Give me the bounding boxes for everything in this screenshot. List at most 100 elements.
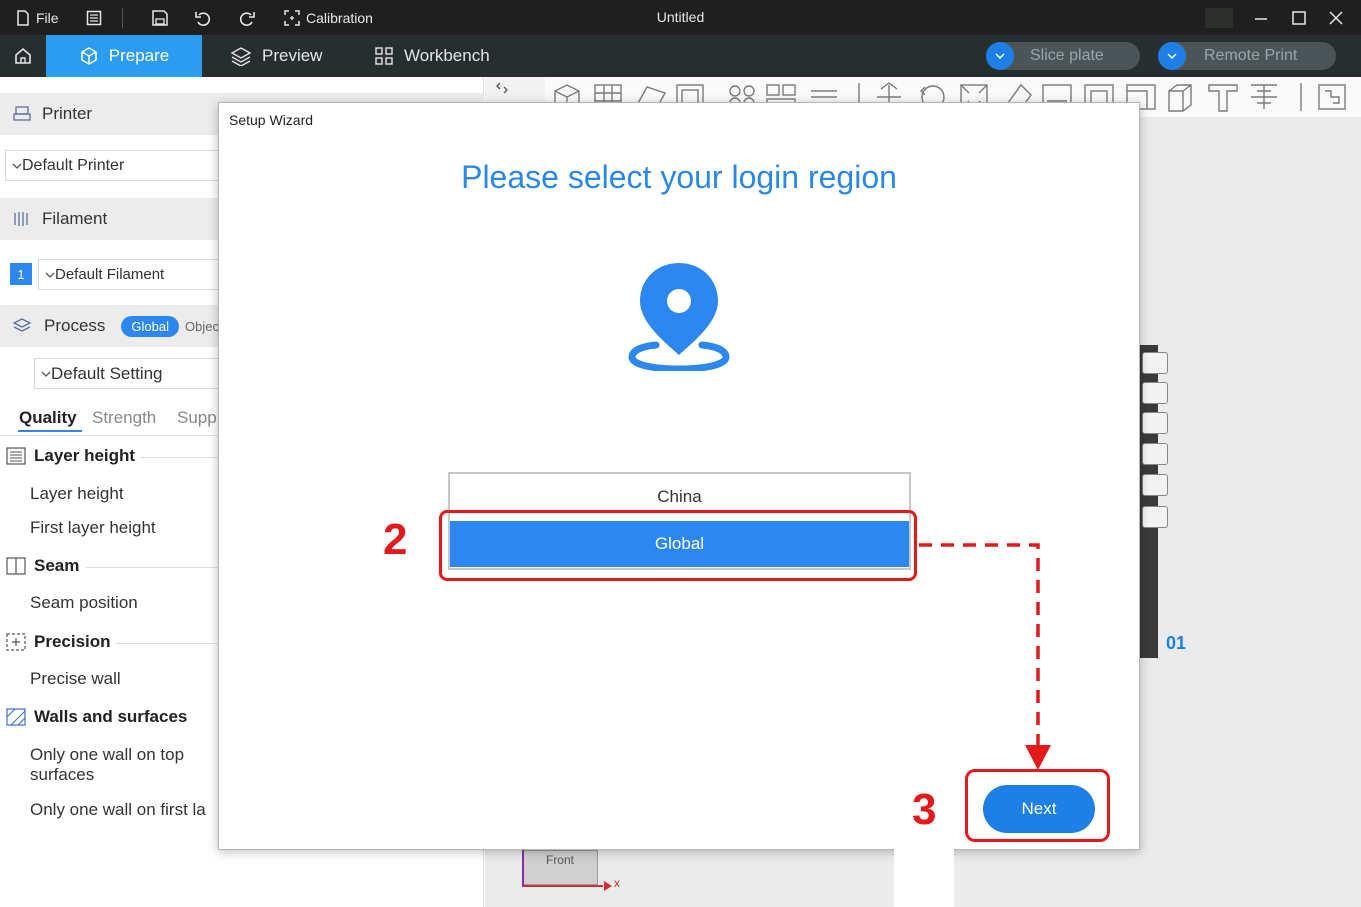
group-seam-label: Seam [34, 556, 80, 575]
filament-value: Default Filament [55, 266, 165, 283]
calibration-menu[interactable]: Calibration [284, 0, 373, 35]
highlight-global-option [439, 510, 917, 581]
tab-support[interactable]: Supp [177, 408, 217, 428]
divider [86, 567, 220, 568]
axis-x-label: x [614, 876, 620, 890]
title-bar-decoration [1205, 8, 1233, 28]
divider [140, 457, 220, 458]
step-3-label: 3 [912, 785, 937, 834]
save-icon [152, 9, 168, 26]
calibration-label: Calibration [306, 9, 373, 26]
option-one-wall-top: Only one wall on top surfaces [30, 745, 184, 785]
home-icon [15, 47, 31, 64]
minimize-button[interactable] [1253, 0, 1269, 35]
option-seam-position: Seam position [30, 593, 138, 612]
process-value: Default Setting [51, 363, 163, 383]
option-one-wall-first-layer: Only one wall on first la [30, 800, 206, 819]
option-one-wall-top-line2: surfaces [30, 765, 95, 784]
redo-button[interactable] [238, 0, 256, 35]
side-tool-button[interactable] [1142, 382, 1168, 404]
tab-bar: Prepare Preview Workbench Slice plate Re… [0, 35, 1361, 77]
precision-icon [6, 633, 26, 651]
slice-plate-label: Slice plate [1030, 47, 1104, 64]
minimize-icon [1255, 17, 1267, 20]
filament-icon [14, 212, 28, 226]
dialog-heading: Please select your login region [461, 159, 897, 195]
group-layer-height: Layer height [6, 446, 135, 466]
tab-prepare[interactable]: Prepare [46, 35, 202, 77]
group-seam: Seam [6, 556, 79, 576]
process-global-toggle[interactable]: Global [121, 315, 179, 337]
group-precision-label: Precision [34, 632, 111, 651]
printer-label: Printer [42, 104, 93, 123]
filament-label: Filament [42, 209, 108, 228]
menu-icon [86, 10, 102, 25]
step-2-label: 2 [383, 515, 408, 564]
group-precision: Precision [6, 632, 111, 652]
menu-button[interactable] [86, 0, 102, 35]
layers-icon [230, 47, 252, 66]
annotation-arrow [919, 543, 1051, 770]
redo-icon [239, 11, 255, 26]
option-one-wall-top-line1: Only one wall on top [30, 745, 185, 764]
layers-icon [12, 318, 32, 332]
slice-dropdown[interactable] [986, 42, 1014, 70]
side-tool-button[interactable] [1142, 474, 1168, 496]
maximize-icon [1292, 10, 1306, 25]
side-tool-button[interactable] [1142, 506, 1168, 528]
cube-icon [81, 47, 97, 65]
plate-number[interactable]: 01 [1166, 633, 1186, 654]
group-walls-label: Walls and surfaces [34, 707, 188, 726]
side-tool-button[interactable] [1142, 443, 1168, 465]
chevron-down-icon [45, 272, 55, 278]
process-label: Process [44, 316, 106, 335]
side-tool-button[interactable] [1142, 352, 1168, 374]
collapse-icon [496, 82, 508, 94]
remote-print-button[interactable]: Remote Print [1158, 42, 1336, 70]
title-bar: File Calibration Untitled [0, 0, 1361, 35]
calibration-icon [284, 9, 300, 26]
file-menu[interactable]: File [16, 0, 59, 35]
maximize-button[interactable] [1291, 0, 1307, 35]
tab-prepare-label: Prepare [108, 46, 170, 65]
tab-preview[interactable]: Preview [230, 35, 322, 77]
divider [122, 8, 123, 28]
tab-preview-label: Preview [262, 46, 323, 65]
walls-icon [6, 708, 26, 726]
group-layer-height-label: Layer height [34, 446, 136, 465]
filament-index-badge[interactable]: 1 [10, 263, 32, 285]
divider [116, 643, 220, 644]
print-dropdown[interactable] [1158, 42, 1186, 70]
tab-workbench-label: Workbench [404, 46, 490, 65]
close-icon [1329, 10, 1343, 25]
printer-value: Default Printer [22, 156, 125, 174]
tab-workbench[interactable]: Workbench [374, 35, 490, 77]
option-precise-wall: Precise wall [30, 669, 121, 688]
undo-icon [195, 11, 211, 26]
chevron-down-icon [1167, 53, 1177, 59]
slice-plate-button[interactable]: Slice plate [986, 42, 1140, 70]
save-button[interactable] [151, 0, 169, 35]
active-tab-underline [18, 430, 82, 432]
undo-button[interactable] [194, 0, 212, 35]
seam-icon [6, 557, 26, 575]
tab-strength[interactable]: Strength [92, 408, 156, 428]
printer-icon [13, 106, 31, 121]
option-first-layer-height: First layer height [30, 518, 156, 537]
grid-icon [375, 47, 393, 65]
file-menu-label: File [36, 9, 59, 26]
close-button[interactable] [1328, 0, 1344, 35]
dialog-title: Setup Wizard [229, 112, 314, 128]
location-pin-icon [628, 263, 730, 371]
chevron-down-icon [12, 163, 22, 169]
option-layer-height: Layer height [30, 484, 124, 503]
chevron-down-icon [995, 53, 1005, 59]
process-object-toggle[interactable]: Objec [181, 316, 223, 337]
layer-height-icon [6, 447, 26, 465]
group-walls-surfaces: Walls and surfaces [6, 707, 187, 727]
remote-print-label: Remote Print [1204, 47, 1298, 64]
highlight-next-button [965, 769, 1110, 842]
home-button[interactable] [0, 35, 46, 77]
side-tool-button[interactable] [1142, 412, 1168, 434]
tab-quality[interactable]: Quality [19, 408, 77, 428]
